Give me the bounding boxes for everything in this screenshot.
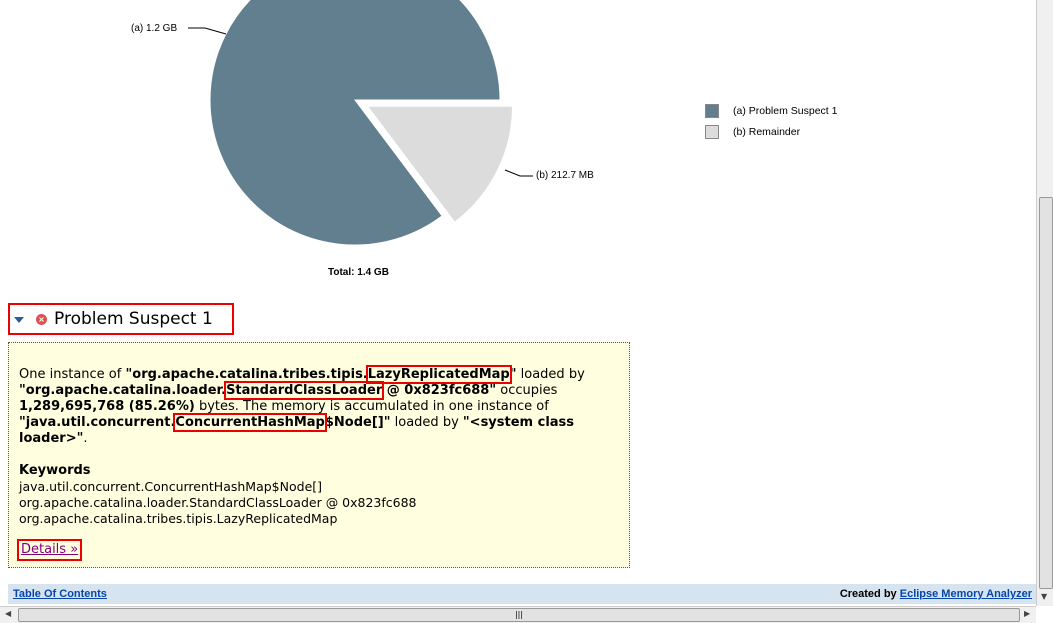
keyword: org.apache.catalina.loader.StandardClass… [19,495,417,510]
horizontal-scroll-thumb[interactable]: ||| [18,608,1020,622]
created-by: Created by Eclipse Memory Analyzer [839,588,1032,600]
slice-label-a: (a) 1.2 GB [131,23,178,34]
horizontal-scrollbar[interactable]: ◀ ||| ▶ [0,606,1036,623]
vertical-scroll-thumb[interactable] [1039,197,1053,589]
footer-bar: Table Of Contents Created by Eclipse Mem… [8,584,1036,604]
legend-swatch [705,103,719,118]
slice-label-b: (b) 212.7 MB [536,170,594,181]
legend-item-a: (a) Problem Suspect 1 [705,100,837,121]
legend-swatch [705,124,719,139]
collapse-triangle-icon[interactable] [14,317,24,323]
chart-total: Total: 1.4 GB [328,267,389,278]
legend-label: (b) Remainder [733,125,801,138]
leader-line-1 [504,169,533,177]
legend-label: (a) Problem Suspect 1 [733,104,838,117]
keyword: java.util.concurrent.ConcurrentHashMap$N… [19,479,323,494]
eclipse-mat-link[interactable]: Eclipse Memory Analyzer [900,588,1032,600]
problem-suspect-header[interactable]: × Problem Suspect 1 [8,303,234,335]
scroll-down-arrow-icon[interactable]: ▼ [1041,592,1047,601]
vertical-scrollbar[interactable]: ▼ [1036,0,1053,606]
leader-line-0 [188,27,227,35]
pie-chart [188,0,533,246]
keywords-title: Keywords [19,463,91,478]
details-link[interactable]: Details » [17,539,83,561]
keyword: org.apache.catalina.tribes.tipis.LazyRep… [19,511,338,526]
legend-item-b: (b) Remainder [705,121,837,142]
suspect-description: One instance of "org.apache.catalina.tri… [19,365,585,446]
chart-legend: (a) Problem Suspect 1 (b) Remainder [705,100,837,142]
scroll-right-arrow-icon[interactable]: ▶ [1024,609,1030,618]
section-title: Problem Suspect 1 [54,309,213,329]
error-icon: × [36,313,47,325]
table-of-contents-link[interactable]: Table Of Contents [13,588,107,600]
scroll-left-arrow-icon[interactable]: ◀ [5,609,11,618]
suspect-description-box: One instance of "org.apache.catalina.tri… [8,342,630,568]
